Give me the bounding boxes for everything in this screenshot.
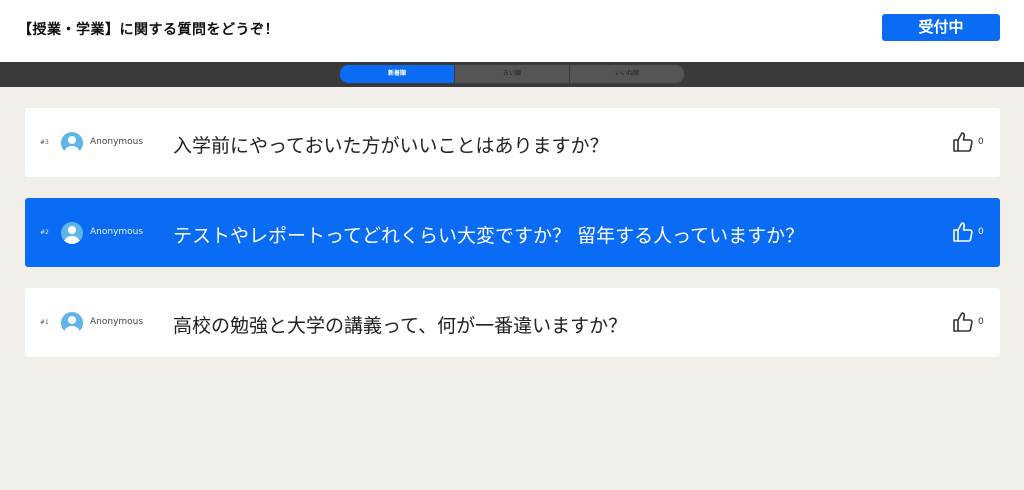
sort-tabs: 新着順 古い順 いいね順 [340,65,684,83]
question-number: #2 [40,229,49,236]
user-avatar-icon [61,312,83,334]
user-avatar-icon [61,132,83,154]
like-count: 0 [978,137,984,147]
author-name: Anonymous [90,137,144,147]
question-text: 入学前にやっておいた方がいいことはありますか？ [173,135,609,157]
author-name: Anonymous [90,317,144,327]
thumbs-up-icon[interactable] [951,130,975,154]
tab-newest[interactable]: 新着順 [340,65,454,83]
tab-oldest[interactable]: 古い順 [455,65,569,83]
question-number: #3 [40,139,49,146]
header: 【授業・学業】に関する質問をどうぞ！ 受付中 [0,0,1024,62]
question-number: #1 [40,319,49,326]
sort-tabbar: 新着順 古い順 いいね順 [0,62,1024,87]
status-button[interactable]: 受付中 [882,14,1000,41]
question-card[interactable]: #3 Anonymous 入学前にやっておいた方がいいことはありますか？ 0 [25,108,1000,177]
page-title: 【授業・学業】に関する質問をどうぞ！ [18,22,279,38]
user-avatar-icon [61,222,83,244]
question-card[interactable]: #2 Anonymous テストやレポートってどれくらい大変ですか？ 留年する人… [25,198,1000,267]
thumbs-up-icon[interactable] [951,220,975,244]
thumbs-up-icon[interactable] [951,310,975,334]
author-name: Anonymous [90,227,144,237]
question-card[interactable]: #1 Anonymous 高校の勉強と大学の講義って、何が一番違いますか？ 0 [25,288,1000,357]
question-text: 高校の勉強と大学の講義って、何が一番違いますか？ [173,315,628,337]
like-count: 0 [978,227,984,237]
question-text: テストやレポートってどれくらい大変ですか？ 留年する人っていますか？ [173,225,805,247]
tab-most-liked[interactable]: いいね順 [570,65,684,83]
like-count: 0 [978,317,984,327]
